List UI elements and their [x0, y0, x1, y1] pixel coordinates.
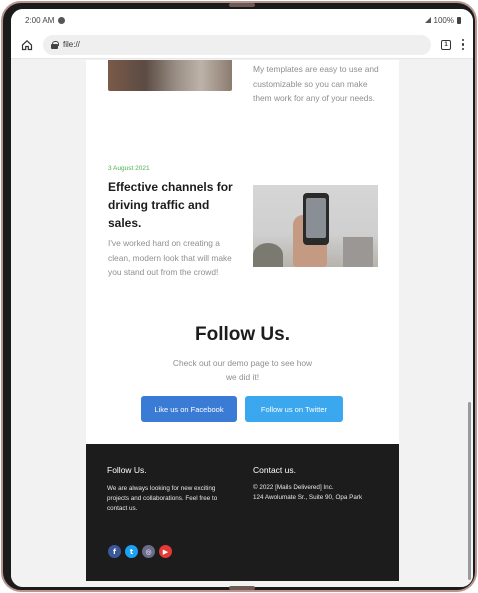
- notification-icon: [58, 16, 66, 24]
- url-text: file://: [63, 40, 80, 49]
- article-title: Effective channels for driving traffic a…: [108, 180, 233, 230]
- top-article-image: [108, 60, 232, 91]
- hinge-top: [229, 3, 255, 7]
- scrollbar[interactable]: [468, 402, 471, 580]
- article-image: [253, 185, 378, 267]
- social-links: f t ◎ ▶: [108, 545, 172, 558]
- tabs-icon[interactable]: 1: [441, 39, 451, 50]
- footer-contact-title: Contact us.: [253, 465, 296, 475]
- url-bar[interactable]: file://: [43, 34, 431, 55]
- article-date: 3 August 2021: [108, 165, 150, 172]
- footer-copyright: © 2022 [Mails Delivered] Inc.: [253, 484, 334, 491]
- more-menu-icon[interactable]: [461, 38, 465, 51]
- twitter-follow-button[interactable]: Follow us on Twitter: [245, 396, 343, 422]
- hinge-bottom: [229, 586, 255, 590]
- battery-icon: [457, 16, 461, 24]
- instagram-icon[interactable]: ◎: [142, 545, 155, 558]
- signal-icon: [424, 17, 431, 23]
- youtube-icon[interactable]: ▶: [159, 545, 172, 558]
- lock-icon: [51, 40, 59, 49]
- footer-follow-text: We are always looking for new exciting p…: [107, 485, 218, 512]
- browser-toolbar: file:// 1: [11, 31, 473, 59]
- status-bar: 2:00 AM 100%: [11, 9, 473, 31]
- status-right: 100%: [424, 15, 461, 25]
- status-time: 2:00 AM: [25, 15, 55, 25]
- device-screen: 2:00 AM 100% file:// 1 My templates are: [11, 9, 473, 587]
- battery-percent: 100%: [433, 15, 454, 25]
- top-article-text: My templates are easy to use and customi…: [253, 64, 379, 103]
- facebook-like-button[interactable]: Like us on Facebook: [141, 396, 237, 422]
- follow-subtitle: Check out our demo page to see how we di…: [172, 358, 313, 382]
- twitter-icon[interactable]: t: [125, 545, 138, 558]
- email-template: My templates are easy to use and customi…: [86, 60, 399, 581]
- device-frame: 2:00 AM 100% file:// 1 My templates are: [1, 1, 477, 592]
- footer: Follow Us. Contact us. We are always loo…: [86, 444, 399, 581]
- home-icon[interactable]: [19, 37, 35, 53]
- footer-follow-title: Follow Us.: [107, 465, 147, 475]
- web-content: My templates are easy to use and customi…: [11, 60, 473, 587]
- footer-address: 124 Awolumate Sr., Suite 90, Opa Park: [253, 494, 363, 501]
- follow-title: Follow Us.: [195, 324, 290, 345]
- article-body: I've worked hard on creating a clean, mo…: [108, 238, 232, 277]
- facebook-icon[interactable]: f: [108, 545, 121, 558]
